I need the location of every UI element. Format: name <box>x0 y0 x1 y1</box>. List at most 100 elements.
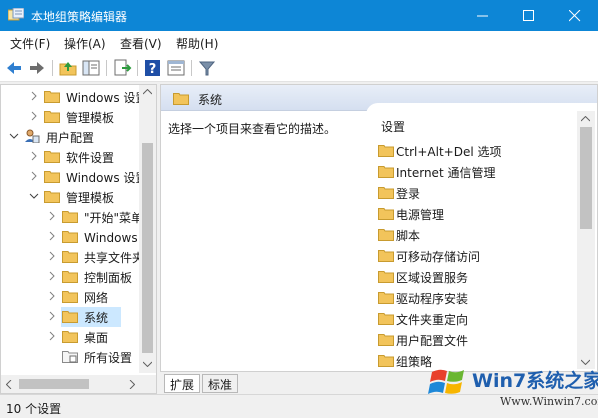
tree-item-label: 用户配置 <box>46 131 95 145</box>
tree-item-label: 桌面 <box>84 331 109 345</box>
scroll-up-icon[interactable] <box>143 89 152 95</box>
chevron-right-icon[interactable] <box>47 231 57 241</box>
chevron-down-icon[interactable] <box>29 191 39 201</box>
tree-item-label: 管理模板 <box>66 111 115 125</box>
menu-help[interactable]: 帮助(H) <box>176 35 218 52</box>
folder-icon <box>44 91 60 103</box>
tree-pane: Windows 设置 管理模板 用户配置 软件设置 Windows 设置 管理模板 "开始"… <box>0 84 157 394</box>
tree-vertical-scrollbar[interactable] <box>139 85 156 373</box>
settings-item-label: Internet 通信管理 <box>396 166 496 180</box>
maximize-button[interactable] <box>506 0 552 31</box>
tab-standard[interactable]: 标准 <box>202 374 239 393</box>
properties-icon[interactable] <box>166 58 186 78</box>
folder-icon <box>378 355 394 367</box>
settings-item-label: 用户配置文件 <box>396 334 469 348</box>
tree-item[interactable]: 管理模板 <box>29 187 156 207</box>
settings-item-label: 电源管理 <box>396 208 445 222</box>
show-hide-tree-icon[interactable] <box>81 58 101 78</box>
toolbar-separator <box>106 60 107 76</box>
chevron-down-icon[interactable] <box>9 131 19 141</box>
folder-icon <box>173 93 189 105</box>
menu-action[interactable]: 操作(A) <box>64 35 106 52</box>
all-settings-icon <box>62 351 78 363</box>
settings-item-label: 可移动存储访问 <box>396 250 481 264</box>
toolbar-separator <box>191 60 192 76</box>
chevron-right-icon[interactable] <box>47 311 57 321</box>
menu-view[interactable]: 查看(V) <box>120 35 162 52</box>
chevron-right-icon[interactable] <box>29 91 39 101</box>
export-list-icon[interactable] <box>112 58 132 78</box>
folder-icon <box>44 111 60 123</box>
forward-arrow-icon[interactable] <box>27 58 47 78</box>
minimize-button[interactable] <box>460 0 506 31</box>
toolbar-separator <box>52 60 53 76</box>
tree-horizontal-scrollbar[interactable] <box>1 375 156 393</box>
chevron-right-icon[interactable] <box>47 271 57 281</box>
close-button[interactable] <box>552 0 598 31</box>
tree-item-label: 管理模板 <box>66 191 115 205</box>
group-policy-app-icon <box>8 8 24 21</box>
tree-item[interactable]: Windows 设置 <box>29 87 156 107</box>
tree-item-label: 所有设置 <box>84 351 133 365</box>
windows-logo-icon <box>428 369 464 394</box>
scroll-down-icon[interactable] <box>143 361 152 367</box>
folder-icon <box>62 311 78 323</box>
chevron-right-icon[interactable] <box>47 331 57 341</box>
filter-icon[interactable] <box>197 58 217 78</box>
menu-file[interactable]: 文件(F) <box>10 35 50 52</box>
folder-icon <box>44 171 60 183</box>
tab-extended[interactable]: 扩展 <box>164 374 201 393</box>
folder-icon <box>62 211 78 223</box>
watermark-title: Win7系统之家 <box>472 370 598 392</box>
settings-item-label: 文件夹重定向 <box>396 313 469 327</box>
settings-column-header[interactable]: 设置 <box>381 118 405 135</box>
tree-item-label: 软件设置 <box>66 151 115 165</box>
details-scroll-thumb[interactable] <box>580 127 592 229</box>
folder-icon <box>378 334 394 346</box>
chevron-right-icon[interactable] <box>29 111 39 121</box>
folder-icon <box>378 187 394 199</box>
tree-item[interactable]: 管理模板 <box>29 107 156 127</box>
settings-item-label: 区域设置服务 <box>396 271 469 285</box>
minimize-icon <box>477 15 488 17</box>
folder-icon <box>378 250 394 262</box>
folder-icon <box>378 292 394 304</box>
tree-item[interactable]: 用户配置 <box>9 127 149 147</box>
tree-item-label: 网络 <box>84 291 109 305</box>
folder-icon <box>62 331 78 343</box>
status-text: 10 个设置 <box>6 402 62 416</box>
chevron-right-icon[interactable] <box>29 151 39 161</box>
details-pane: 系统 选择一个项目来查看它的描述。 设置 Ctrl+Alt+Del 选项 Inte… <box>160 84 598 372</box>
tree-item-label: 控制面板 <box>84 271 133 285</box>
tree-hscroll-thumb[interactable] <box>19 379 89 389</box>
back-arrow-icon[interactable] <box>4 58 24 78</box>
scroll-left-icon[interactable] <box>6 380 12 389</box>
user-config-icon <box>25 129 40 143</box>
scroll-right-icon[interactable] <box>129 380 135 389</box>
chevron-right-icon[interactable] <box>29 171 39 181</box>
scroll-up-icon[interactable] <box>581 116 590 122</box>
details-vertical-scrollbar[interactable] <box>577 111 595 369</box>
tree-scroll-thumb[interactable] <box>142 143 153 353</box>
settings-item-label: 组策略 <box>396 355 433 369</box>
close-icon <box>569 10 581 22</box>
window-title: 本地组策略编辑器 <box>31 10 128 24</box>
folder-icon <box>62 231 78 243</box>
details-title: 系统 <box>198 93 223 107</box>
maximize-icon <box>523 10 534 21</box>
settings-item-label: 脚本 <box>396 229 421 243</box>
up-folder-icon[interactable] <box>58 58 78 78</box>
folder-icon <box>62 271 78 283</box>
chevron-right-icon[interactable] <box>47 251 57 261</box>
settings-item-label: 驱动程序安装 <box>396 292 469 306</box>
tree-item-label: Windows 设置 <box>66 91 148 105</box>
chevron-right-icon[interactable] <box>47 291 57 301</box>
chevron-right-icon[interactable] <box>47 211 57 221</box>
folder-icon <box>378 145 394 157</box>
help-icon[interactable]: ? <box>143 58 163 78</box>
tree-item-label: 系统 <box>84 311 109 325</box>
watermark-url: Www.Winwin7.com <box>500 395 598 408</box>
folder-icon <box>44 191 60 203</box>
tree-item[interactable]: 软件设置 <box>29 147 156 167</box>
tree-item[interactable]: Windows 设置 <box>29 167 156 187</box>
